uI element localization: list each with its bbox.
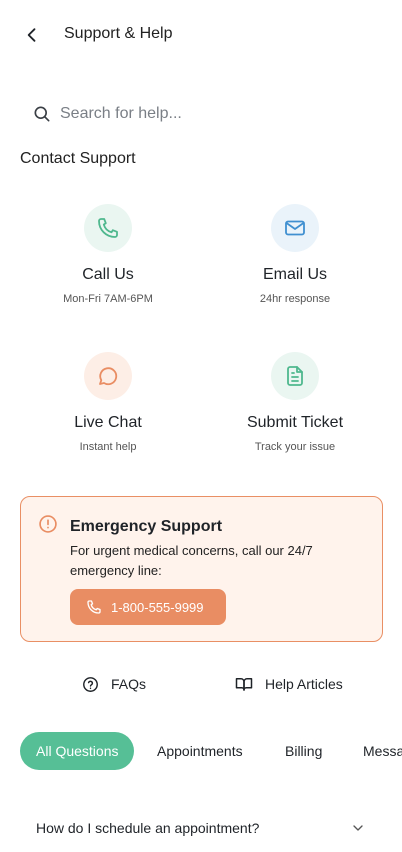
faq-item[interactable]: How do I schedule an appointment? <box>20 808 382 848</box>
call-us-subtitle: Mon-Fri 7AM-6PM <box>63 293 153 305</box>
faqs-label: FAQs <box>111 676 147 692</box>
live-chat-title: Live Chat <box>74 414 142 431</box>
tab-messages[interactable]: Messages <box>363 732 402 770</box>
tab-all-questions[interactable]: All Questions <box>20 732 135 770</box>
chat-icon <box>84 352 132 400</box>
document-icon <box>271 352 319 400</box>
call-us-option[interactable]: Call Us Mon-Fri 7AM-6PM <box>28 204 188 324</box>
back-button[interactable] <box>20 23 44 47</box>
tab-billing[interactable]: Billing <box>285 732 322 770</box>
search-bar[interactable] <box>20 96 382 132</box>
faqs-link[interactable]: FAQs <box>80 672 146 696</box>
mail-icon <box>271 204 319 252</box>
email-us-title: Email Us <box>262 266 327 283</box>
emergency-call-button[interactable]: 1-800-555-9999 <box>70 589 226 625</box>
phone-icon <box>85 598 103 616</box>
chevron-down-icon <box>353 825 363 831</box>
header: Support & Help <box>0 0 402 70</box>
email-us-option[interactable]: Email Us 24hr response <box>215 204 375 324</box>
book-open-icon <box>234 674 254 694</box>
submit-ticket-option[interactable]: Submit Ticket Track your issue <box>215 352 375 472</box>
tab-appointments[interactable]: Appointments <box>157 732 243 770</box>
email-us-subtitle: 24hr response <box>259 293 331 305</box>
submit-ticket-subtitle: Track your issue <box>254 441 336 453</box>
page-title: Support & Help <box>64 25 173 42</box>
submit-ticket-title: Submit Ticket <box>246 414 344 431</box>
emergency-description: For urgent medical concerns, call our 24… <box>70 543 313 578</box>
alert-circle-icon <box>39 515 57 533</box>
live-chat-subtitle: Instant help <box>79 441 137 453</box>
chevron-left-icon <box>27 28 36 42</box>
emergency-title: Emergency Support <box>70 518 223 535</box>
call-us-title: Call Us <box>82 266 134 283</box>
contact-support-heading: Contact Support <box>20 150 136 167</box>
help-articles-label: Help Articles <box>265 676 343 692</box>
phone-icon <box>84 204 132 252</box>
search-icon <box>31 103 53 125</box>
live-chat-option[interactable]: Live Chat Instant help <box>28 352 188 472</box>
help-articles-link[interactable]: Help Articles <box>234 672 343 696</box>
emergency-phone-number: 1-800-555-9999 <box>111 599 204 615</box>
faq-category-tabs: All Questions Appointments Billing Messa… <box>20 732 402 770</box>
faq-question: How do I schedule an appointment? <box>36 820 260 836</box>
emergency-support-card: Emergency Support For urgent medical con… <box>20 496 383 642</box>
search-input[interactable] <box>60 105 360 123</box>
help-circle-icon <box>80 674 100 694</box>
